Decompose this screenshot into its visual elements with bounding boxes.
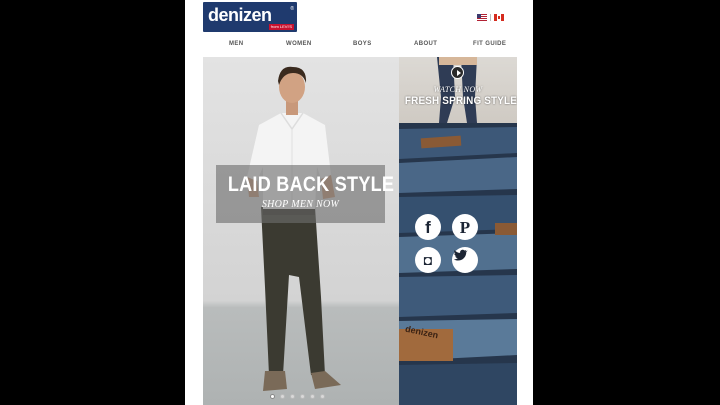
carousel-dot[interactable]	[290, 394, 295, 399]
canada-flag-icon[interactable]	[494, 14, 504, 21]
instagram-icon: ◘	[423, 252, 433, 268]
page: denizen ® from LEVI'S MEN WOMEN BOYS ABO…	[185, 0, 533, 405]
denim-panel: denizen f P ◘	[399, 123, 517, 405]
carousel-dot[interactable]	[320, 394, 325, 399]
promo-subtitle: WATCH NOW	[433, 85, 483, 94]
nav-boys[interactable]: BOYS	[353, 41, 372, 47]
hero-title: LAID BACK STYLE	[227, 173, 395, 196]
promo-title: FRESH SPRING STYLES	[404, 95, 517, 107]
pinterest-button[interactable]: P	[452, 214, 478, 240]
hero-banner[interactable]: LAID BACK STYLE SHOP MEN NOW	[203, 57, 399, 405]
model-photo	[247, 66, 341, 391]
shop-men-link[interactable]: SHOP MEN NOW	[216, 199, 385, 210]
nav-fit-guide[interactable]: FIT GUIDE	[473, 41, 506, 47]
nav-women[interactable]: WOMEN	[286, 41, 312, 47]
carousel-dots	[270, 394, 325, 399]
facebook-icon: f	[425, 217, 431, 237]
main-nav: MEN WOMEN BOYS ABOUT FIT GUIDE	[185, 41, 533, 51]
play-icon[interactable]	[451, 66, 464, 79]
twitter-icon	[453, 249, 468, 261]
video-promo[interactable]: WATCH NOW FRESH SPRING STYLES	[399, 57, 517, 123]
facebook-button[interactable]: f	[415, 214, 441, 240]
pinterest-icon: P	[459, 217, 471, 237]
carousel-dot[interactable]	[310, 394, 315, 399]
logo-wordmark: denizen	[208, 5, 272, 25]
us-flag-icon[interactable]	[477, 14, 487, 21]
instagram-button[interactable]: ◘	[415, 247, 441, 273]
carousel-dot[interactable]	[270, 394, 275, 399]
carousel-dot[interactable]	[280, 394, 285, 399]
nav-men[interactable]: MEN	[229, 41, 244, 47]
locale-switcher	[477, 14, 504, 21]
trademark-icon: ®	[290, 6, 294, 12]
logo-byline: from LEVI'S	[268, 24, 294, 30]
denizen-logo[interactable]: denizen ® from LEVI'S	[203, 2, 297, 32]
flag-divider	[490, 14, 491, 21]
hero-cta[interactable]: LAID BACK STYLE SHOP MEN NOW	[216, 165, 395, 223]
twitter-button[interactable]	[452, 247, 478, 273]
carousel-dot[interactable]	[300, 394, 305, 399]
nav-about[interactable]: ABOUT	[414, 41, 437, 47]
